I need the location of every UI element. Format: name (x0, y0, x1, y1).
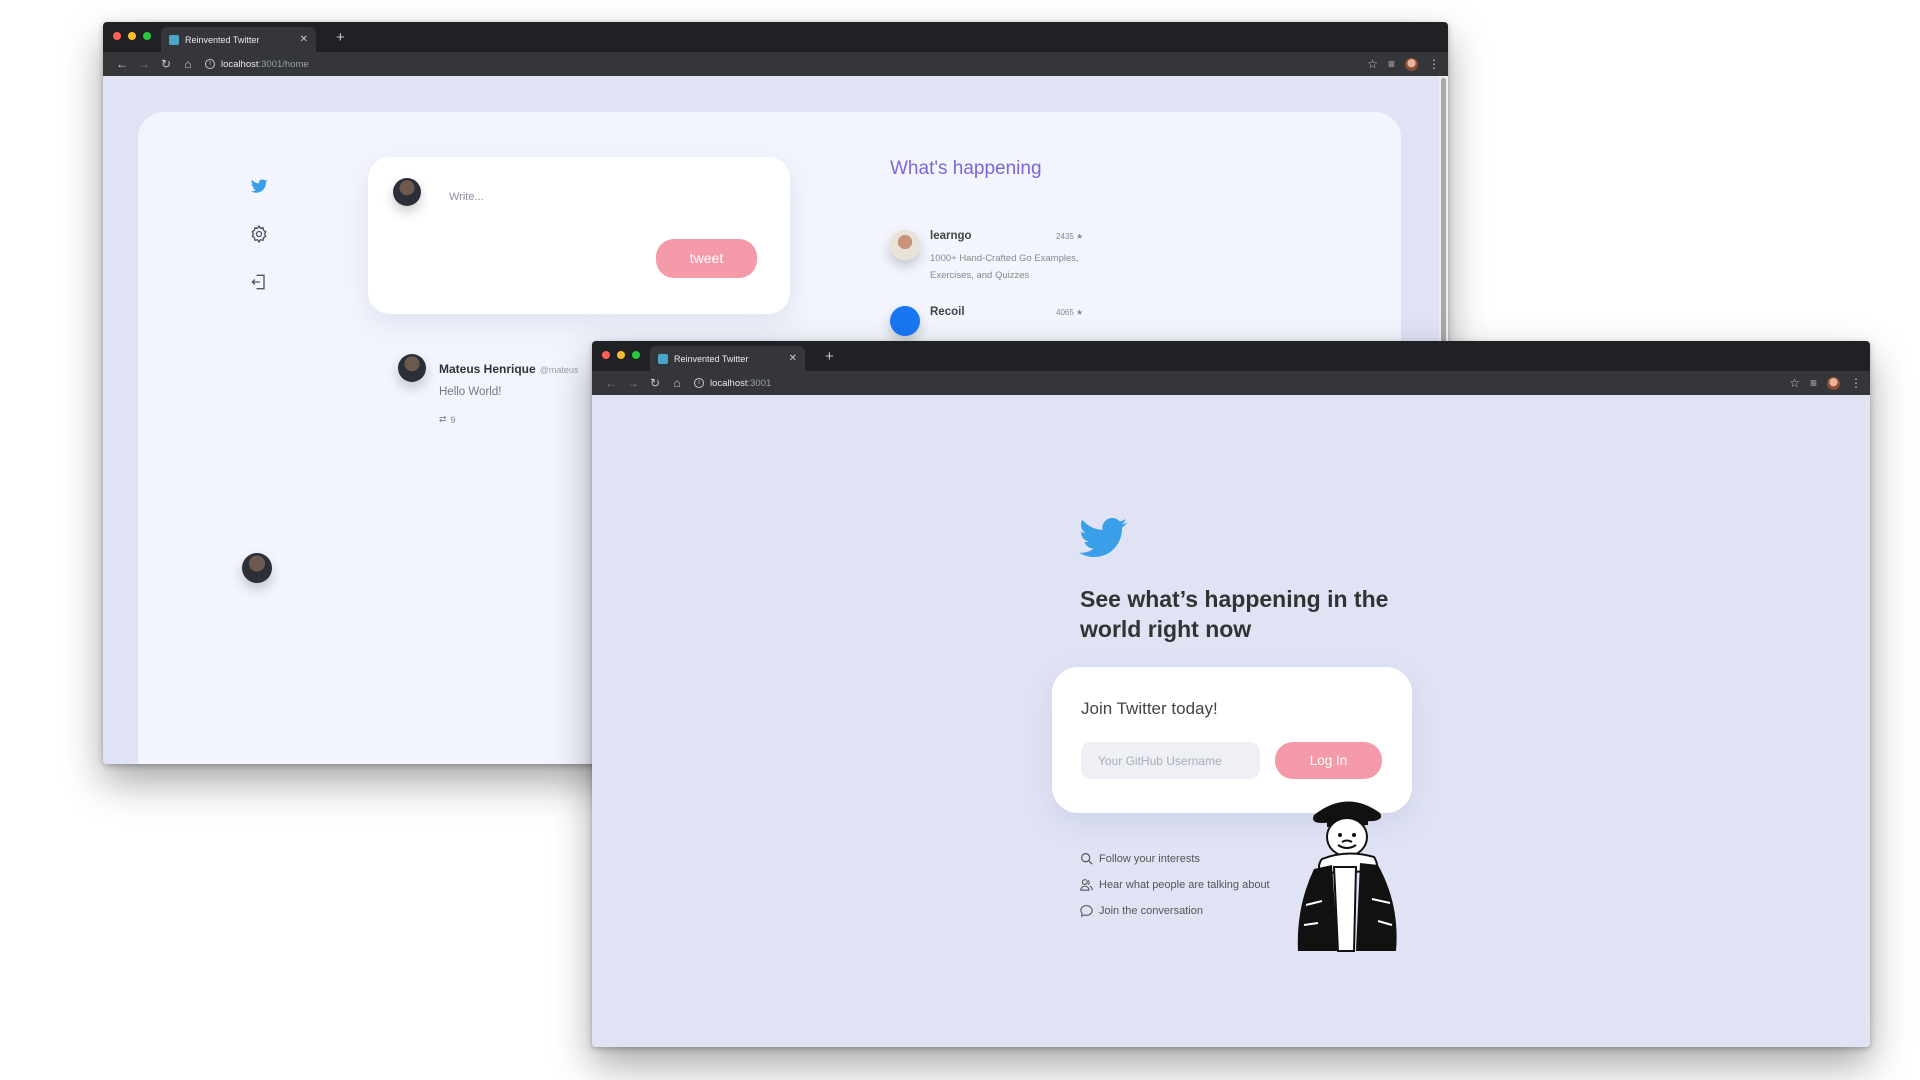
trend-stars-count: 2435 (1056, 232, 1074, 241)
trend-name-recoil[interactable]: Recoil (930, 306, 965, 318)
tweet-text: Hello World! (439, 386, 502, 398)
maximize-window-button[interactable] (143, 32, 151, 40)
forward-icon[interactable]: → (133, 57, 155, 71)
retweet-action[interactable]: ⇄ 9 (439, 414, 456, 425)
minimize-window-button[interactable] (128, 32, 136, 40)
search-icon (1081, 853, 1093, 865)
feature-text: Hear what people are talking about (1099, 878, 1270, 891)
login-button[interactable]: Log In (1275, 742, 1382, 779)
reload-icon[interactable]: ↻ (644, 376, 666, 390)
tweet-button[interactable]: tweet (656, 239, 757, 278)
tab-bar: Reinvented Twitter ✕ + (103, 22, 1448, 52)
star-icon: ★ (1076, 232, 1084, 241)
feature-text: Follow your interests (1099, 852, 1200, 865)
browser-tab[interactable]: Reinvented Twitter ✕ (161, 27, 316, 52)
trend-stars-recoil: 4065 ★ (1056, 308, 1083, 317)
profile-avatar-icon[interactable] (1405, 57, 1418, 71)
whats-happening-title: What's happening (890, 158, 1042, 179)
url-host: localhost (710, 377, 748, 389)
browser-toolbar: ← → ↻ ⌂ i localhost:3001 ☆ ≡ ⋮ (592, 371, 1870, 395)
url-path: :3001/home (258, 58, 309, 70)
close-tab-icon[interactable]: ✕ (789, 353, 797, 364)
compose-avatar (393, 178, 421, 206)
github-username-input[interactable] (1081, 742, 1260, 779)
tab-title: Reinvented Twitter (674, 353, 749, 364)
menu-kebab-icon[interactable]: ⋮ (1850, 376, 1862, 390)
tweet-handle: @mateus (539, 365, 579, 375)
favicon-icon (169, 34, 179, 45)
trend-avatar-recoil[interactable] (890, 306, 920, 336)
profile-avatar-icon[interactable] (1827, 376, 1840, 390)
trend-stars-count: 4065 (1056, 308, 1074, 317)
compose-input[interactable]: Write... (449, 191, 484, 203)
trend-description-learngo: 1000+ Hand-Crafted Go Examples, Exercise… (930, 253, 1079, 281)
close-window-button[interactable] (113, 32, 121, 40)
address-bar[interactable]: i localhost:3001/home (205, 59, 309, 70)
new-tab-icon[interactable]: + (825, 348, 834, 365)
window-controls (602, 351, 640, 359)
feature-follow: Follow your interests (1080, 852, 1200, 865)
compose-card: Write... tweet (368, 157, 790, 314)
home-icon[interactable]: ⌂ (177, 57, 199, 71)
new-tab-icon[interactable]: + (336, 29, 345, 46)
window-controls (113, 32, 151, 40)
reload-icon[interactable]: ↻ (155, 57, 177, 71)
people-icon (1080, 879, 1093, 891)
site-info-icon[interactable]: i (694, 378, 704, 388)
logout-icon[interactable] (249, 272, 269, 292)
join-heading: Join Twitter today! (1081, 699, 1218, 718)
close-tab-icon[interactable]: ✕ (300, 34, 308, 45)
feature-join: Join the conversation (1080, 904, 1203, 917)
feature-text: Join the conversation (1099, 904, 1203, 917)
star-icon: ★ (1076, 308, 1084, 317)
trend-stars-learngo: 2435 ★ (1056, 232, 1083, 241)
twitter-bird-icon[interactable] (249, 176, 269, 196)
login-headline: See what’s happening in the world right … (1080, 586, 1389, 642)
character-illustration (1297, 801, 1397, 952)
site-info-icon[interactable]: i (205, 59, 215, 69)
tweet-avatar[interactable] (398, 354, 426, 382)
tweet-author: Mateus Henrique @mateus (439, 362, 578, 376)
favicon-icon (658, 353, 668, 364)
reading-list-icon[interactable]: ≡ (1388, 57, 1395, 71)
retweet-count: 9 (450, 414, 456, 425)
chat-bubble-icon (1080, 905, 1093, 917)
reading-list-icon[interactable]: ≡ (1810, 376, 1817, 390)
back-icon[interactable]: ← (600, 376, 622, 390)
minimize-window-button[interactable] (617, 351, 625, 359)
feature-hear: Hear what people are talking about (1080, 878, 1270, 891)
login-browser-window: Reinvented Twitter ✕ + ← → ↻ ⌂ i localho… (592, 341, 1870, 1047)
url-host: localhost (221, 58, 259, 70)
trend-avatar-learngo[interactable] (890, 230, 920, 260)
trend-name-learngo[interactable]: learngo (930, 230, 972, 242)
user-avatar[interactable] (242, 553, 272, 583)
gear-icon[interactable] (249, 224, 269, 244)
login-card: Join Twitter today! Log In (1052, 667, 1412, 813)
back-icon[interactable]: ← (111, 57, 133, 71)
tab-bar: Reinvented Twitter ✕ + (592, 341, 1870, 371)
menu-kebab-icon[interactable]: ⋮ (1428, 57, 1440, 71)
browser-tab[interactable]: Reinvented Twitter ✕ (650, 346, 805, 371)
tweet-author-name: Mateus Henrique (439, 362, 536, 376)
url-path: :3001 (747, 377, 772, 389)
retweet-icon: ⇄ (439, 414, 447, 424)
bookmark-star-icon[interactable]: ☆ (1367, 57, 1378, 71)
twitter-bird-icon (1079, 518, 1127, 557)
address-bar[interactable]: i localhost:3001 (694, 378, 771, 389)
bookmark-star-icon[interactable]: ☆ (1789, 376, 1800, 390)
browser-toolbar: ← → ↻ ⌂ i localhost:3001/home ☆ ≡ ⋮ (103, 52, 1448, 76)
tab-title: Reinvented Twitter (185, 34, 260, 45)
close-window-button[interactable] (602, 351, 610, 359)
home-icon[interactable]: ⌂ (666, 376, 688, 390)
forward-icon[interactable]: → (622, 376, 644, 390)
maximize-window-button[interactable] (632, 351, 640, 359)
login-viewport: See what’s happening in the world right … (592, 395, 1870, 1047)
